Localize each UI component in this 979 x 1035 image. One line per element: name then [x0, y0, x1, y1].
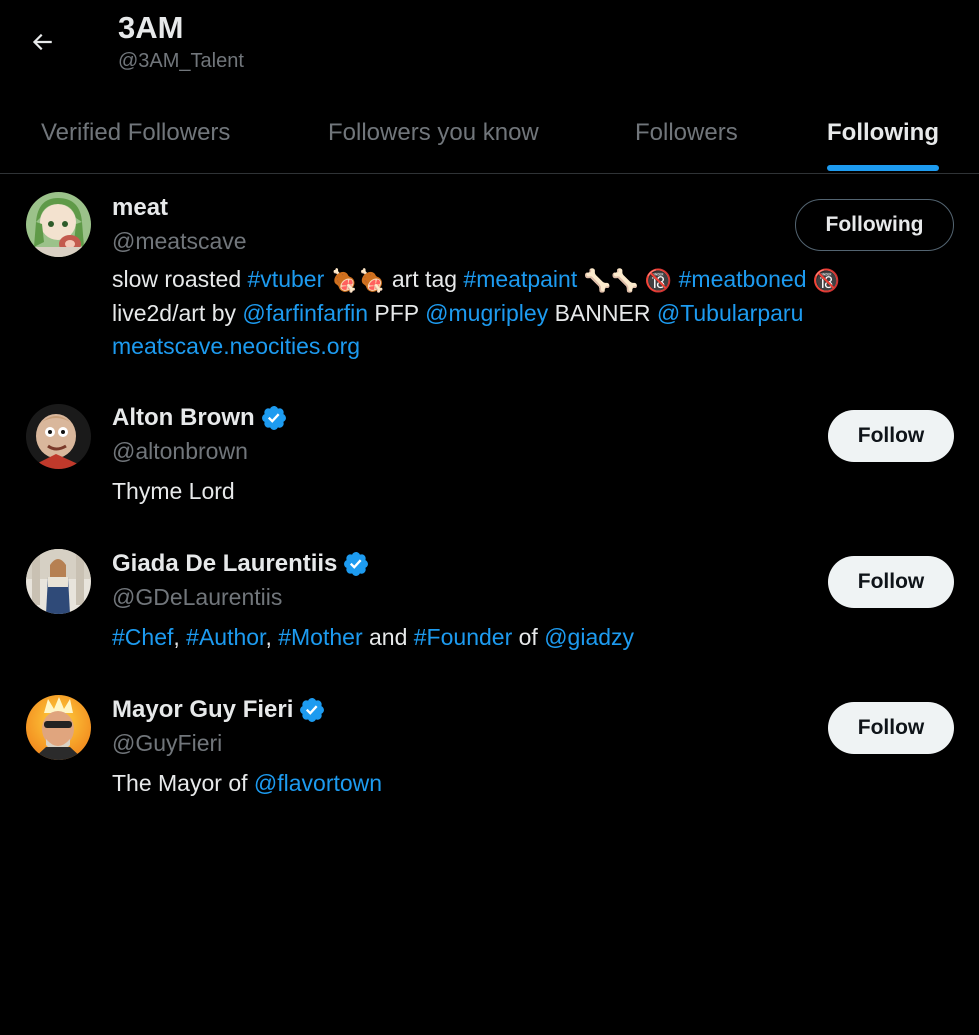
mention-link[interactable]: @farfinfarfin	[242, 300, 368, 326]
tab-bar: Verified Followers Followers you know Fo…	[0, 93, 979, 174]
hashtag-link[interactable]: #Chef	[112, 624, 173, 650]
meat-on-bone-emoji: 🍖	[358, 268, 386, 294]
following-button[interactable]: Following	[795, 199, 954, 251]
bio-text: ,	[173, 624, 187, 650]
user-name[interactable]: Mayor Guy Fieri	[112, 696, 326, 724]
bio-text: and	[362, 624, 414, 650]
user-bio: Thyme Lord	[112, 475, 962, 508]
user-name[interactable]: meat	[112, 194, 168, 222]
avatar[interactable]	[26, 549, 91, 614]
user-name[interactable]: Alton Brown	[112, 404, 288, 432]
tab-label: Verified Followers	[41, 119, 231, 146]
website-link[interactable]: meatscave.neocities.org	[112, 333, 360, 359]
user-name[interactable]: Giada De Laurentiis	[112, 550, 370, 578]
tab-following[interactable]: Following	[827, 93, 939, 173]
bio-text: The Mayor of	[112, 770, 254, 796]
bio-text: PFP	[368, 300, 426, 327]
hashtag-link[interactable]: #Author	[186, 624, 265, 650]
page-handle: @3AM_Talent	[118, 50, 244, 72]
verified-badge-icon[interactable]	[342, 550, 370, 578]
user-name-text: Alton Brown	[112, 404, 255, 431]
user-handle[interactable]: @GuyFieri	[112, 730, 222, 757]
page-header: 3AM @3AM_Talent	[0, 0, 979, 93]
user-name-text: Mayor Guy Fieri	[112, 696, 294, 723]
user-name-text: meat	[112, 194, 169, 221]
avatar[interactable]	[26, 192, 91, 257]
user-bio: slow roasted #vtuber 🍖🍖 art tag #meatpai…	[112, 263, 962, 363]
user-handle[interactable]: @altonbrown	[112, 438, 248, 465]
back-arrow-icon	[32, 33, 52, 51]
user-cell[interactable]: Giada De Laurentiis @GDeLaurentiis Follo…	[0, 530, 979, 676]
user-bio: The Mayor of @flavortown	[112, 767, 962, 800]
user-handle[interactable]: @GDeLaurentiis	[112, 584, 282, 611]
follow-button[interactable]: Follow	[828, 556, 954, 608]
avatar[interactable]	[26, 695, 91, 760]
bone-emoji: 🦴	[583, 268, 612, 294]
bio-text: of	[512, 624, 545, 650]
mention-link[interactable]: @giadzy	[544, 624, 634, 650]
user-cell[interactable]: Mayor Guy Fieri @GuyFieri Follow The May…	[0, 676, 979, 822]
verified-badge-icon[interactable]	[260, 404, 288, 432]
user-name-text: Giada De Laurentiis	[112, 550, 338, 577]
meat-on-bone-emoji: 🍖	[330, 268, 359, 294]
bio-text: slow roasted	[112, 266, 248, 292]
back-button[interactable]	[22, 22, 62, 62]
mention-link[interactable]: @mugripley	[425, 300, 548, 326]
hashtag-link[interactable]: #vtuber	[248, 266, 325, 292]
follow-button[interactable]: Follow	[828, 702, 954, 754]
bio-text: Thyme Lord	[112, 478, 235, 504]
user-handle[interactable]: @meatscave	[112, 228, 247, 255]
bio-text: art tag	[385, 266, 464, 292]
hashtag-link[interactable]: #Founder	[414, 624, 512, 650]
tab-verified-followers[interactable]: Verified Followers	[41, 93, 230, 173]
user-cell[interactable]: meat @meatscave Following slow roasted #…	[0, 174, 979, 384]
user-bio: #Chef, #Author, #Mother and #Founder of …	[112, 621, 962, 654]
hashtag-link[interactable]: #meatboned	[679, 266, 807, 292]
avatar[interactable]	[26, 404, 91, 469]
tab-label: Followers you know	[328, 119, 539, 146]
bone-emoji: 🦴	[611, 268, 639, 294]
bio-text: ,	[265, 624, 279, 650]
page-title: 3AM	[118, 10, 184, 45]
verified-badge-icon[interactable]	[298, 696, 326, 724]
tab-label: Followers	[635, 119, 738, 146]
bio-text: live2d/art by	[112, 300, 243, 327]
tab-label: Following	[827, 119, 939, 146]
bio-text: BANNER	[548, 300, 657, 327]
mention-link[interactable]: @flavortown	[254, 770, 382, 796]
tab-followers[interactable]: Followers	[635, 93, 738, 173]
follow-button[interactable]: Follow	[828, 410, 954, 462]
no-one-under-eighteen-emoji: 🔞	[812, 268, 841, 294]
user-cell[interactable]: Alton Brown @altonbrown Follow Thyme Lor…	[0, 384, 979, 530]
hashtag-link[interactable]: #meatpaint	[463, 266, 577, 292]
no-one-under-eighteen-emoji: 🔞	[644, 268, 673, 294]
hashtag-link[interactable]: #Mother	[278, 624, 362, 650]
active-tab-indicator	[827, 165, 939, 171]
mention-link[interactable]: @Tubularparu	[657, 300, 804, 326]
tab-followers-you-know[interactable]: Followers you know	[328, 93, 539, 173]
header-title-block: 3AM @3AM_Talent	[118, 10, 244, 76]
